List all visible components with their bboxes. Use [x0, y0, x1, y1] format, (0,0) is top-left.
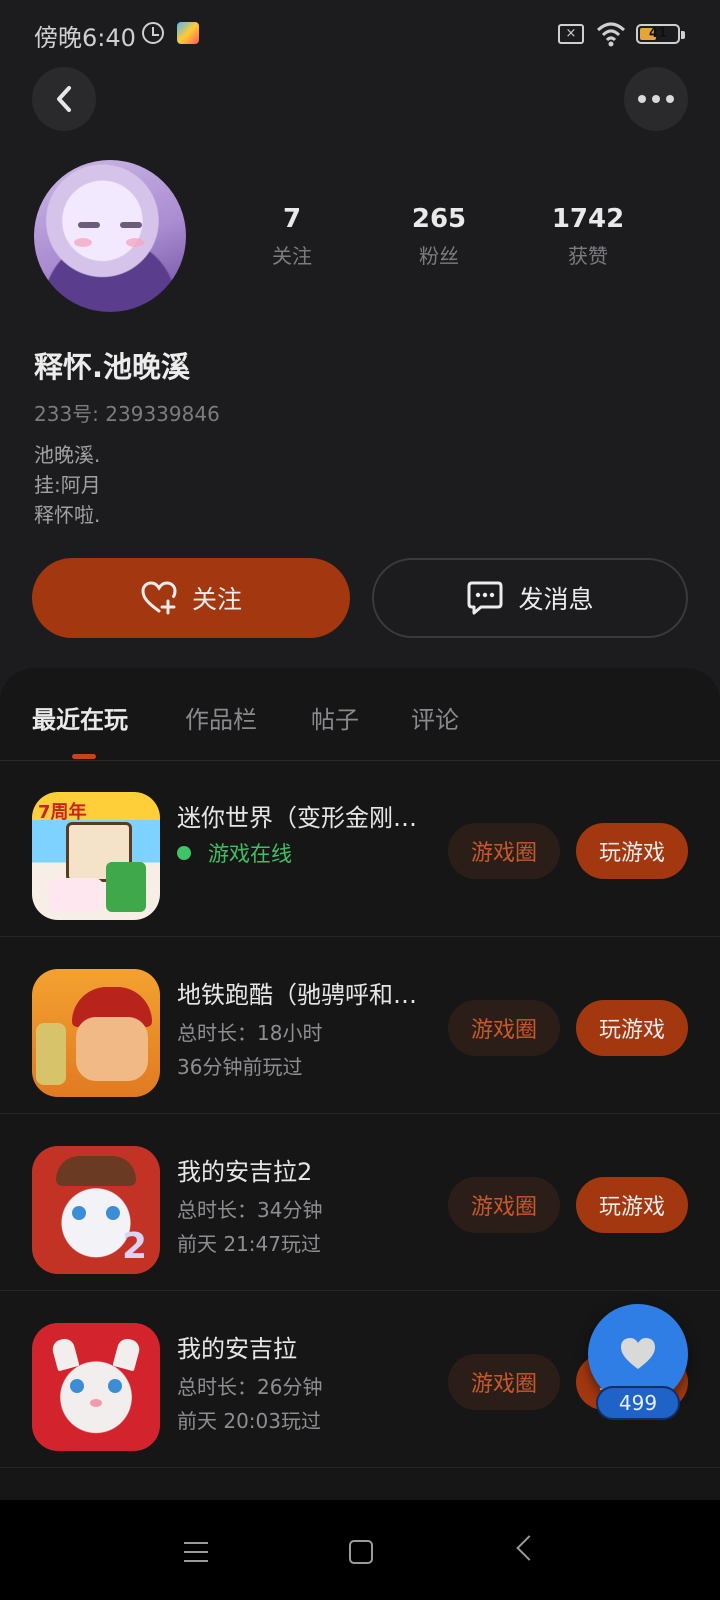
- fans-count: 265: [411, 204, 467, 234]
- nickname: 释怀.池晚溪: [34, 350, 191, 384]
- wifi-icon: [596, 22, 626, 47]
- play-game-button[interactable]: 玩游戏: [576, 1000, 688, 1056]
- battery-icon: 41: [636, 24, 685, 44]
- game-title: 我的安吉拉: [177, 1335, 297, 1363]
- game-row[interactable]: 2 我的安吉拉2 总时长：34分钟 前天 21:47玩过 游戏圈 玩游戏: [0, 1114, 720, 1291]
- game-row[interactable]: 地铁跑酷（驰骋呼和… 总时长：18小时 36分钟前玩过 游戏圈 玩游戏: [0, 937, 720, 1114]
- game-icon-my-angela-2[interactable]: 2: [32, 1146, 160, 1274]
- bio-line: 池晚溪.: [34, 443, 101, 467]
- game-duration: 总时长：18小时: [177, 1021, 323, 1045]
- game-title: 我的安吉拉2: [177, 1158, 313, 1186]
- message-label: 发消息: [518, 585, 594, 614]
- bio-line: 挂:阿月: [34, 473, 101, 497]
- game-duration: 总时长：26分钟: [177, 1375, 323, 1399]
- tab-comments[interactable]: 评论: [411, 700, 459, 735]
- back-button[interactable]: [32, 67, 96, 131]
- tab-indicator: [72, 754, 96, 759]
- game-circle-button[interactable]: 游戏圈: [448, 823, 560, 879]
- game-row[interactable]: 7周年 迷你世界（变形金刚… 游戏在线 游戏圈 玩游戏: [0, 760, 720, 937]
- likes-stat[interactable]: 1742 获赞: [528, 204, 648, 269]
- game-duration: 总时长：34分钟: [177, 1198, 323, 1222]
- avatar[interactable]: [34, 160, 186, 312]
- follow-button[interactable]: 关注: [32, 558, 350, 638]
- tab-works[interactable]: 作品栏: [185, 700, 257, 735]
- tab-recently-played[interactable]: 最近在玩: [32, 700, 128, 735]
- play-store-icon: [177, 22, 199, 44]
- game-online-status: 游戏在线: [208, 842, 292, 866]
- heart-plus-icon: [141, 581, 177, 615]
- game-circle-button[interactable]: 游戏圈: [448, 1177, 560, 1233]
- play-game-button[interactable]: 玩游戏: [576, 1177, 688, 1233]
- bio: 池晚溪. 挂:阿月 释怀啦.: [34, 440, 101, 530]
- fans-stat[interactable]: 265 粉丝: [379, 204, 499, 269]
- more-dots-icon: [638, 95, 674, 103]
- play-game-button[interactable]: 玩游戏: [576, 823, 688, 879]
- bio-line: 释怀啦.: [34, 503, 101, 527]
- game-icon-mini-world[interactable]: 7周年: [32, 792, 160, 920]
- recent-apps-icon[interactable]: [184, 1542, 208, 1569]
- message-button[interactable]: 发消息: [372, 558, 688, 638]
- game-last-played: 前天 21:47玩过: [177, 1232, 321, 1256]
- game-title: 地铁跑酷（驰骋呼和…: [177, 981, 417, 1009]
- game-last-played: 36分钟前玩过: [177, 1055, 303, 1079]
- no-sim-icon: ×: [558, 24, 584, 44]
- game-title: 迷你世界（变形金刚…: [177, 804, 417, 832]
- follow-label: 关注: [191, 585, 242, 614]
- tab-posts[interactable]: 帖子: [311, 700, 359, 735]
- likes-label: 获赞: [568, 244, 608, 268]
- home-icon[interactable]: [349, 1540, 373, 1564]
- online-status-icon: [177, 846, 191, 860]
- status-time: 傍晚6:40: [34, 24, 136, 52]
- battery-level: 41: [648, 26, 668, 41]
- likes-count: 1742: [551, 204, 625, 234]
- heart-icon: [621, 1338, 655, 1369]
- chat-bubble-icon: [467, 581, 503, 615]
- alarm-icon: [142, 22, 164, 44]
- more-button[interactable]: [624, 67, 688, 131]
- following-label: 关注: [272, 244, 312, 268]
- game-circle-button[interactable]: 游戏圈: [448, 1000, 560, 1056]
- user-id[interactable]: 233号: 239339846: [34, 398, 220, 427]
- like-count-badge: 499: [596, 1386, 680, 1420]
- following-stat[interactable]: 7 关注: [232, 204, 352, 269]
- fans-label: 粉丝: [419, 244, 459, 268]
- status-bar: 傍晚6:40 × 41: [0, 0, 720, 70]
- game-last-played: 前天 20:03玩过: [177, 1409, 321, 1433]
- tab-bar: 最近在玩 作品栏 帖子 评论: [0, 668, 720, 761]
- following-count: 7: [282, 204, 302, 234]
- chevron-left-icon: [57, 86, 71, 112]
- game-circle-button[interactable]: 游戏圈: [448, 1354, 560, 1410]
- game-icon-my-angela[interactable]: [32, 1323, 160, 1451]
- game-icon-subway-surfers[interactable]: [32, 969, 160, 1097]
